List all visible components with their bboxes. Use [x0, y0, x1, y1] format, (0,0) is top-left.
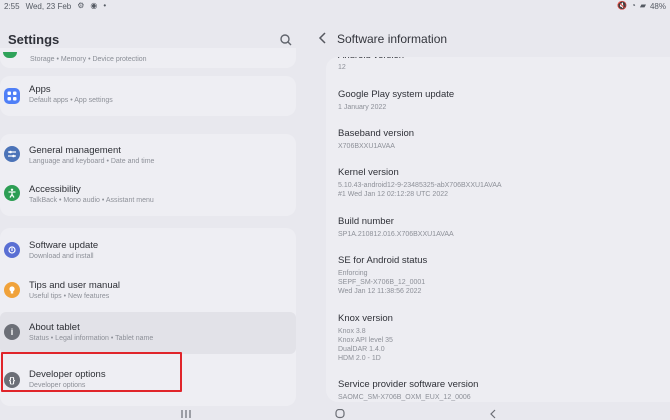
- settings-notification-icon: ⚙: [77, 1, 85, 10]
- info-row[interactable]: Kernel version 5.10.43-android12-9-23485…: [338, 167, 502, 199]
- info-row-value: 5.10.43-android12-9-23485325-abX706BXXU1…: [338, 182, 502, 198]
- settings-list-pane: Settings Storage • Memory • Device prote…: [0, 14, 302, 406]
- info-row-value: Knox 3.8 Knox API level 35 DualDAR 1.4.0…: [338, 328, 393, 362]
- settings-item-label: Accessibility: [29, 184, 81, 195]
- home-button[interactable]: [330, 408, 350, 420]
- settings-item-subtitle: Download and install: [29, 253, 94, 260]
- status-bar: 2:55 Wed, 23 Feb ⚙ ◉ • 🔇 ◔ ▰ 48%: [0, 0, 670, 14]
- settings-group-general: General management Language and keyboard…: [0, 134, 296, 216]
- back-nav-button[interactable]: [484, 408, 504, 420]
- battery-percent: 48%: [649, 1, 666, 11]
- info-row-label: Service provider software version: [338, 379, 479, 390]
- info-row-label: Android version: [338, 57, 404, 61]
- notification-icon: ◉: [90, 1, 98, 10]
- mute-icon: 🔇: [617, 1, 627, 10]
- software-update-icon: [4, 242, 20, 258]
- search-icon: [280, 34, 292, 46]
- info-row-value: 12: [338, 64, 346, 71]
- status-time: 2:55: [4, 1, 20, 11]
- wifi-icon: ◔: [630, 1, 636, 10]
- settings-item-software-update[interactable]: Software update Download and install: [0, 234, 296, 272]
- info-row-label: Build number: [338, 216, 394, 227]
- page-title: Settings: [8, 32, 60, 47]
- navigation-bar: [0, 406, 670, 420]
- settings-item-label: Software update: [29, 240, 99, 251]
- info-row-value: Enforcing SEPF_SM-X706B_12_0001 Wed Jan …: [338, 270, 426, 295]
- settings-item-about-tablet[interactable]: i About tablet Status • Legal informatio…: [0, 312, 296, 354]
- dot-icon: •: [103, 1, 107, 10]
- status-date: Wed, 23 Feb: [25, 1, 72, 11]
- info-row[interactable]: SE for Android status Enforcing SEPF_SM-…: [338, 255, 427, 296]
- info-row-value: 1 January 2022: [338, 104, 387, 111]
- highlight-annotation-box: [1, 352, 182, 392]
- settings-item-label: Apps: [29, 84, 51, 95]
- sliders-icon: [4, 146, 20, 162]
- chevron-left-icon: [318, 32, 326, 44]
- recents-icon: [181, 410, 191, 418]
- settings-item-general-management[interactable]: General management Language and keyboard…: [0, 137, 296, 175]
- back-icon: [490, 409, 496, 419]
- info-row[interactable]: Android version 12: [338, 57, 404, 72]
- info-row-label: SE for Android status: [338, 255, 428, 266]
- back-button[interactable]: [316, 30, 330, 46]
- settings-item-apps[interactable]: Apps Default apps • App settings: [0, 78, 296, 116]
- info-row-value: X706BXXU1AVAA: [338, 143, 395, 150]
- settings-group-apps: Apps Default apps • App settings: [0, 76, 296, 116]
- info-row[interactable]: Build number SP1A.210812.016.X706BXXU1AV…: [338, 216, 454, 239]
- recents-button[interactable]: [176, 408, 196, 420]
- info-icon: i: [4, 324, 20, 340]
- info-row-value: SP1A.210812.016.X706BXXU1AVAA: [338, 231, 454, 238]
- software-info-card: Android version 12 Google Play system up…: [326, 57, 670, 402]
- settings-item-accessibility[interactable]: Accessibility TalkBack • Mono audio • As…: [0, 176, 296, 214]
- lightbulb-icon: [4, 282, 20, 298]
- info-row-label: Knox version: [338, 313, 393, 324]
- info-row[interactable]: Knox version Knox 3.8 Knox API level 35 …: [338, 313, 393, 363]
- settings-item-label: Tips and user manual: [29, 280, 121, 291]
- settings-item-tips[interactable]: Tips and user manual Useful tips • New f…: [0, 274, 296, 312]
- info-row[interactable]: Service provider software version SAOMC_…: [338, 379, 478, 402]
- apps-icon: [4, 88, 20, 104]
- settings-item-subtitle: Default apps • App settings: [29, 97, 113, 104]
- info-row[interactable]: Baseband version X706BXXU1AVAA: [338, 128, 414, 151]
- info-row-value: SAOMC_SM-X706B_OXM_EUX_12_0006: [338, 394, 471, 401]
- settings-item-label: General management: [29, 145, 121, 156]
- device-care-subtitle: Storage • Memory • Device protection: [30, 56, 147, 63]
- info-row-label: Kernel version: [338, 167, 399, 178]
- settings-item-subtitle: TalkBack • Mono audio • Assistant menu: [29, 197, 154, 204]
- accessibility-icon: [4, 185, 20, 201]
- info-row-label: Google Play system update: [338, 89, 455, 100]
- home-icon: [335, 409, 345, 419]
- settings-item-label: About tablet: [29, 322, 80, 333]
- info-row[interactable]: Google Play system update 1 January 2022: [338, 89, 454, 112]
- settings-item-subtitle: Useful tips • New features: [29, 293, 110, 300]
- signal-icon: ▰: [639, 1, 646, 10]
- search-button[interactable]: [276, 30, 296, 50]
- info-row-label: Baseband version: [338, 128, 415, 139]
- settings-item-subtitle: Language and keyboard • Date and time: [29, 158, 155, 165]
- detail-title: Software information: [337, 32, 448, 46]
- settings-item-subtitle: Status • Legal information • Tablet name: [29, 335, 154, 342]
